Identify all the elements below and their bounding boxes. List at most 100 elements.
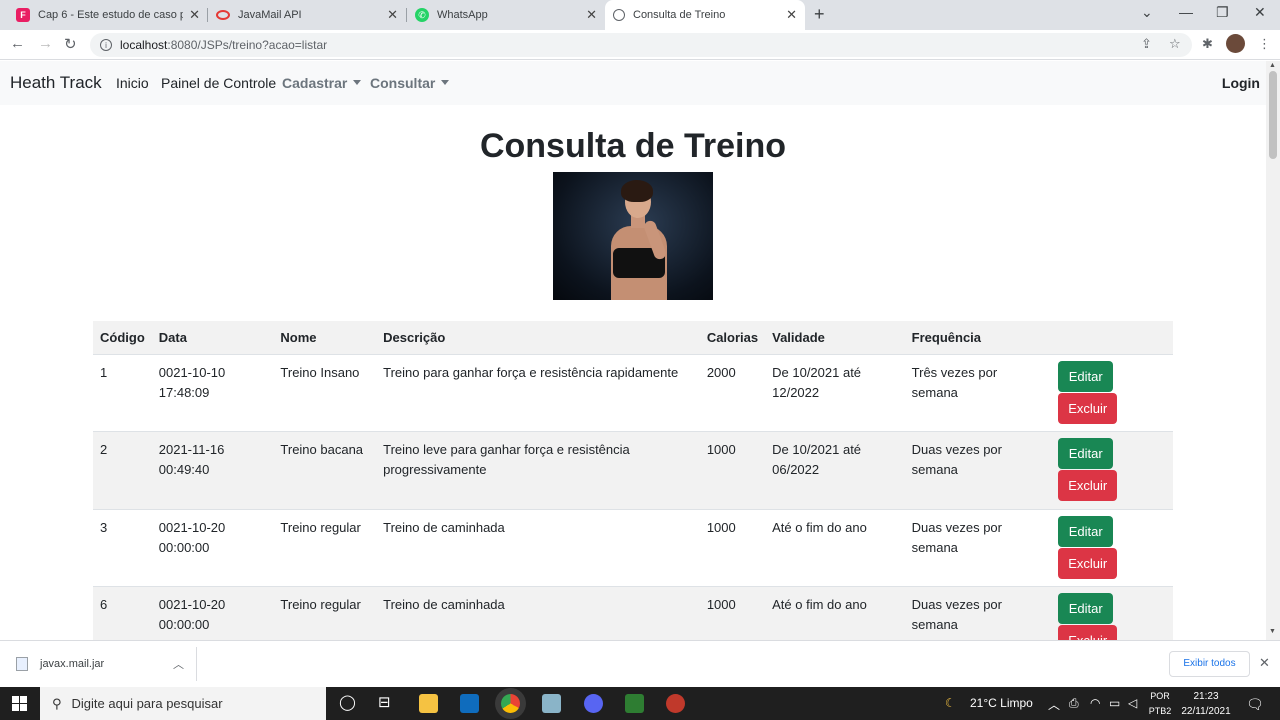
close-icon[interactable]: ✕ [786,7,797,23]
delete-button[interactable]: Excluir [1058,547,1118,579]
login-link[interactable]: Login [1222,75,1260,91]
site-navbar: Heath Track Inicio Painel de Controle Ca… [0,61,1266,105]
tab-title: JavaMail API [238,9,302,21]
table-row: 6 0021-10-20 00:00:00 Treino regular Tre… [93,586,1173,640]
chrome-icon[interactable] [501,694,520,713]
cell-descricao: Treino de caminhada [376,586,700,640]
windows-start-icon[interactable] [12,696,27,711]
delete-button[interactable]: Excluir [1058,625,1118,640]
site-info-icon[interactable]: i [100,39,112,51]
notepad-icon[interactable] [542,694,561,713]
moon-weather-icon: ☾ [945,696,956,710]
nav-cadastrar-dropdown[interactable]: Cadastrar [282,75,362,91]
cell-data: 0021-10-20 00:00:00 [151,586,274,640]
edit-button[interactable]: Editar [1058,360,1114,392]
task-view-icon[interactable]: ⊟ [378,693,391,711]
tab-title: Consulta de Treino [633,9,726,21]
tray-device-icon[interactable]: ⎙ [1069,696,1079,711]
discord-icon[interactable] [584,694,603,713]
taskbar-clock[interactable]: 21:23 22/11/2021 [1178,689,1234,719]
cell-codigo: 1 [93,354,152,432]
windows-taskbar: ⚲ Digite aqui para pesquisar ◯ ⊟ ☾ 21°C … [0,687,1280,720]
tab-cap6[interactable]: F Cap 6 - Este estudo de caso pode ✕ [8,0,208,30]
header-descricao: Descrição [376,321,700,355]
nav-inicio[interactable]: Inicio [116,75,149,91]
caret-down-icon [353,80,362,85]
nav-painel-controle[interactable]: Painel de Controle [161,75,276,91]
download-item[interactable]: javax.mail.jar [16,657,104,671]
tab-consulta-treino[interactable]: Consulta de Treino ✕ [605,0,805,30]
window-close-icon[interactable]: ✕ [1254,4,1266,21]
minimize-icon[interactable]: — [1179,4,1193,20]
tab-javamail[interactable]: JavaMail API ✕ [208,0,406,30]
cell-calorias: 1000 [699,431,766,510]
cell-validade: De 10/2021 até 12/2022 [765,354,905,432]
nav-consultar-dropdown[interactable]: Consultar [370,75,450,91]
table-row: 1 0021-10-10 17:48:09 Treino Insano Trei… [93,354,1173,432]
tab-search-chevron-icon[interactable]: ⌄ [1141,4,1153,21]
back-icon[interactable]: ← [10,35,25,52]
cortana-icon[interactable]: ◯ [339,693,356,711]
maximize-icon[interactable]: ❐ [1216,4,1229,21]
header-actions [1051,321,1173,355]
close-icon[interactable]: ✕ [387,7,398,23]
cell-actions: Editar Excluir [1051,431,1173,510]
cell-actions: Editar Excluir [1051,509,1173,587]
forward-icon[interactable]: → [38,35,53,52]
tab-whatsapp[interactable]: ✆ WhatsApp ✕ [407,0,605,30]
share-icon[interactable]: ⇪ [1141,36,1152,52]
language-indicator[interactable]: POR PTB2 [1147,689,1173,719]
page-scrollbar[interactable]: ▲ ▼ [1266,61,1280,640]
battery-icon[interactable]: ▭ [1109,696,1120,710]
nav-cadastrar-label: Cadastrar [282,75,348,91]
close-icon[interactable]: ✕ [189,7,200,23]
address-bar[interactable]: i localhost:8080/JSPs/treino?acao=listar [90,33,1192,57]
cell-nome: Treino Insano [273,354,377,432]
cell-descricao: Treino leve para ganhar força e resistên… [376,431,700,510]
reload-icon[interactable]: ↻ [64,35,77,53]
new-tab-icon[interactable]: + [814,4,825,25]
notifications-icon[interactable]: 🗨 [1246,696,1264,713]
file-explorer-icon[interactable] [419,694,438,713]
close-icon[interactable]: ✕ [586,7,597,23]
edit-button[interactable]: Editar [1058,593,1114,624]
wifi-icon[interactable]: ◠ [1090,696,1100,710]
menu-kebab-icon[interactable]: ⋮ [1258,36,1271,52]
profile-avatar[interactable] [1226,34,1245,53]
header-nome: Nome [273,321,377,355]
edit-button[interactable]: Editar [1058,515,1114,547]
weather-text[interactable]: 21°C Limpo [970,696,1033,710]
chevron-up-icon[interactable]: ︿ [173,656,184,672]
edit-button[interactable]: Editar [1058,438,1114,469]
volume-icon[interactable]: ◁ [1128,696,1137,710]
table-row: 3 0021-10-20 00:00:00 Treino regular Tre… [93,509,1173,587]
delete-button[interactable]: Excluir [1058,392,1118,424]
cell-nome: Treino regular [273,509,377,587]
cell-codigo: 6 [93,586,152,640]
table-header-row: Código Data Nome Descrição Calorias Vali… [93,321,1173,355]
brand-link[interactable]: Heath Track [10,73,102,93]
cell-validade: De 10/2021 até 06/2022 [765,431,905,510]
scroll-up-icon[interactable]: ▲ [1269,62,1276,69]
delete-button[interactable]: Excluir [1058,470,1118,501]
tab-title: WhatsApp [437,9,488,21]
extensions-puzzle-icon[interactable]: ✱ [1202,36,1213,52]
outlook-icon[interactable] [460,694,479,713]
url-host: localhost [120,38,168,52]
cell-frequencia: Três vezes por semana [904,354,1052,432]
scroll-thumb[interactable] [1269,71,1277,159]
scroll-down-icon[interactable]: ▼ [1269,628,1276,635]
oracle-favicon-icon [216,10,230,20]
clock-time: 21:23 [1193,691,1219,702]
cell-validade: Até o fim do ano [765,509,905,587]
close-icon[interactable]: ✕ [1259,655,1270,671]
show-all-downloads-button[interactable]: Exibir todos [1169,651,1250,677]
header-codigo: Código [93,321,152,355]
bookmark-star-icon[interactable]: ☆ [1169,36,1181,52]
taskbar-search-box[interactable]: ⚲ Digite aqui para pesquisar [40,687,326,720]
settings-gear-icon[interactable] [666,694,685,713]
globe-favicon-icon [613,9,625,21]
tray-chevron-up-icon[interactable]: ︿ [1048,696,1060,713]
url-path: :8080/JSPs/treino?acao=listar [167,38,328,52]
app-installer-icon[interactable] [625,694,644,713]
